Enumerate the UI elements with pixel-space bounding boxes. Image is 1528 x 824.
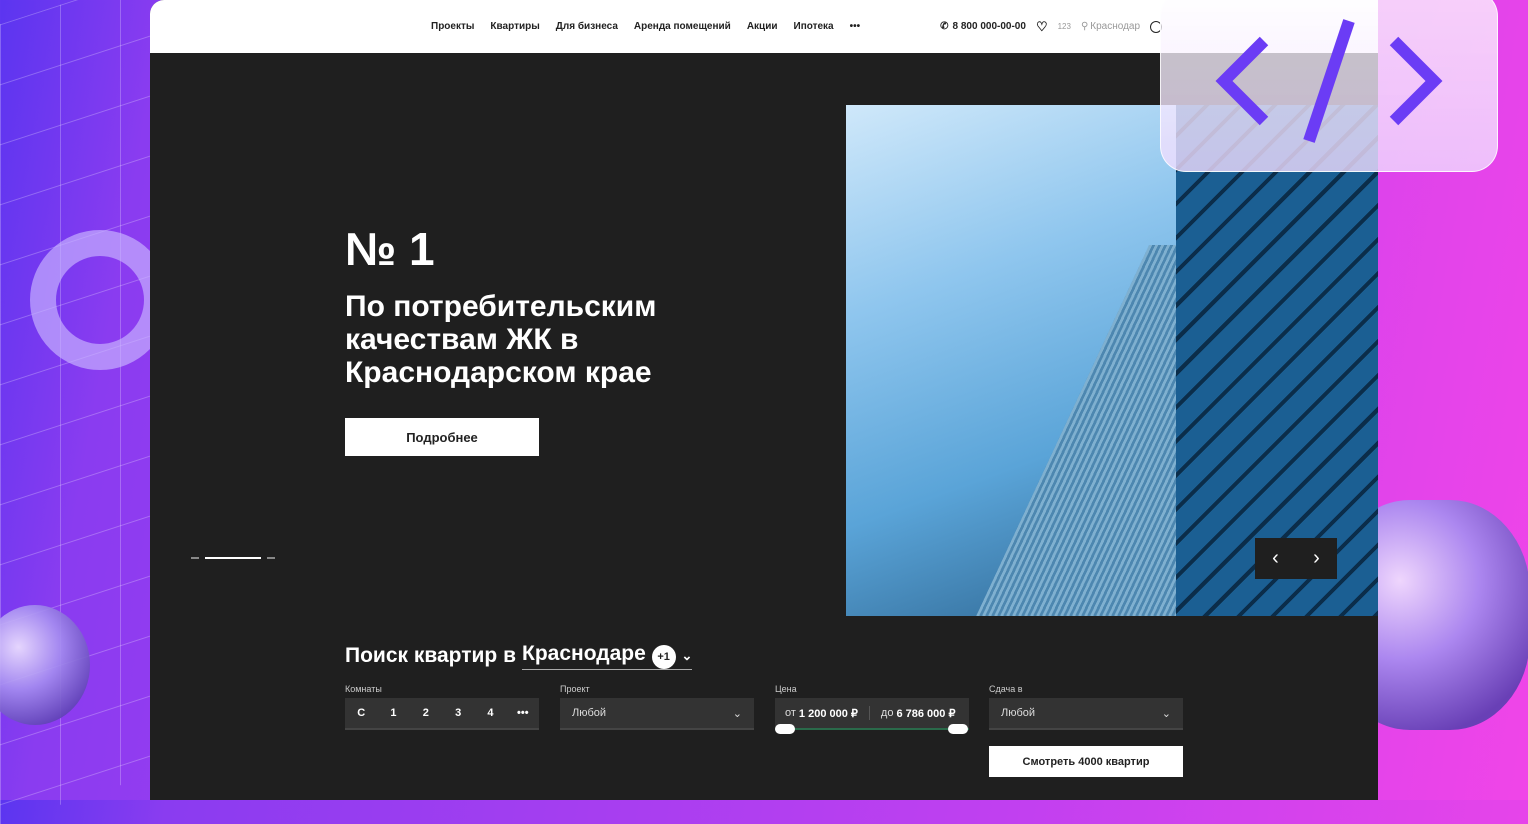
chevron-down-icon: ⌄ bbox=[1161, 707, 1171, 720]
favorites-count: 123 bbox=[1057, 22, 1071, 31]
price-label: Цена bbox=[775, 684, 797, 694]
price-from-prefix: от bbox=[785, 707, 796, 719]
project-select[interactable]: Любой ⌄ bbox=[560, 698, 754, 730]
nav-apartments[interactable]: Квартиры bbox=[490, 21, 539, 32]
slide-dot[interactable] bbox=[267, 557, 275, 559]
search-title: Поиск квартир в Краснодаре +1 ⌄ bbox=[345, 642, 693, 670]
nav-business[interactable]: Для бизнеса bbox=[556, 21, 618, 32]
price-range: от 1 200 000 ₽ до 6 786 000 ₽ bbox=[775, 698, 969, 730]
code-badge bbox=[1160, 0, 1498, 172]
room-3[interactable]: 3 bbox=[442, 707, 474, 719]
slider-arrows: ‹ › bbox=[1255, 538, 1337, 579]
delivery-label: Сдача в bbox=[989, 684, 1023, 694]
search-title-text: Поиск квартир в bbox=[345, 644, 516, 667]
phone-icon: ✆ bbox=[940, 21, 949, 32]
hero-subtitle: По потребительским качествам ЖК в Красно… bbox=[345, 290, 657, 389]
room-2[interactable]: 2 bbox=[410, 707, 442, 719]
project-label: Проект bbox=[560, 684, 590, 694]
nav-rent[interactable]: Аренда помещений bbox=[634, 21, 731, 32]
location-icon: ⚲ bbox=[1080, 21, 1089, 32]
phone-link[interactable]: 8 800 000-00-00 bbox=[953, 21, 1026, 32]
room-more[interactable]: ••• bbox=[507, 707, 539, 719]
chevron-down-icon: ⌄ bbox=[732, 707, 742, 720]
project-value: Любой bbox=[572, 707, 607, 719]
heart-icon[interactable]: ♡ bbox=[1036, 19, 1048, 35]
price-max-handle[interactable] bbox=[948, 724, 968, 734]
room-1[interactable]: 1 bbox=[377, 707, 409, 719]
price-min-handle[interactable] bbox=[775, 724, 795, 734]
rooms-label: Комнаты bbox=[345, 684, 382, 694]
next-arrow-icon[interactable]: › bbox=[1296, 538, 1337, 579]
city-selector[interactable]: Краснодар bbox=[1090, 21, 1140, 32]
delivery-value: Любой bbox=[1001, 707, 1036, 719]
delivery-select[interactable]: Любой ⌄ bbox=[989, 698, 1183, 730]
chevron-down-icon: ⌄ bbox=[681, 648, 693, 663]
search-city: Краснодаре bbox=[522, 642, 646, 665]
search-city-selector[interactable]: Краснодаре +1 ⌄ bbox=[522, 642, 693, 670]
nav-promotions[interactable]: Акции bbox=[747, 21, 778, 32]
nav-mortgage[interactable]: Ипотека bbox=[794, 21, 834, 32]
slider-pagination bbox=[191, 557, 275, 559]
city-badge: +1 bbox=[651, 645, 676, 669]
price-to[interactable]: 6 786 000 ₽ bbox=[896, 707, 955, 720]
slide-dot-active[interactable] bbox=[205, 557, 261, 559]
price-from[interactable]: 1 200 000 ₽ bbox=[799, 707, 858, 720]
room-4[interactable]: 4 bbox=[474, 707, 506, 719]
hero-title: № 1 bbox=[345, 223, 435, 275]
decor-ring bbox=[30, 230, 170, 370]
room-studio[interactable]: С bbox=[345, 707, 377, 719]
code-icon bbox=[1215, 19, 1443, 143]
prev-arrow-icon[interactable]: ‹ bbox=[1255, 538, 1296, 579]
more-button[interactable]: Подробнее bbox=[345, 418, 539, 456]
show-apartments-button[interactable]: Смотреть 4000 квартир bbox=[989, 746, 1183, 777]
rooms-selector: С 1 2 3 4 ••• bbox=[345, 698, 539, 730]
slide-dot[interactable] bbox=[191, 557, 199, 559]
nav-projects[interactable]: Проекты bbox=[431, 21, 474, 32]
price-to-prefix: до bbox=[880, 707, 894, 719]
nav-more[interactable]: ••• bbox=[850, 21, 861, 32]
